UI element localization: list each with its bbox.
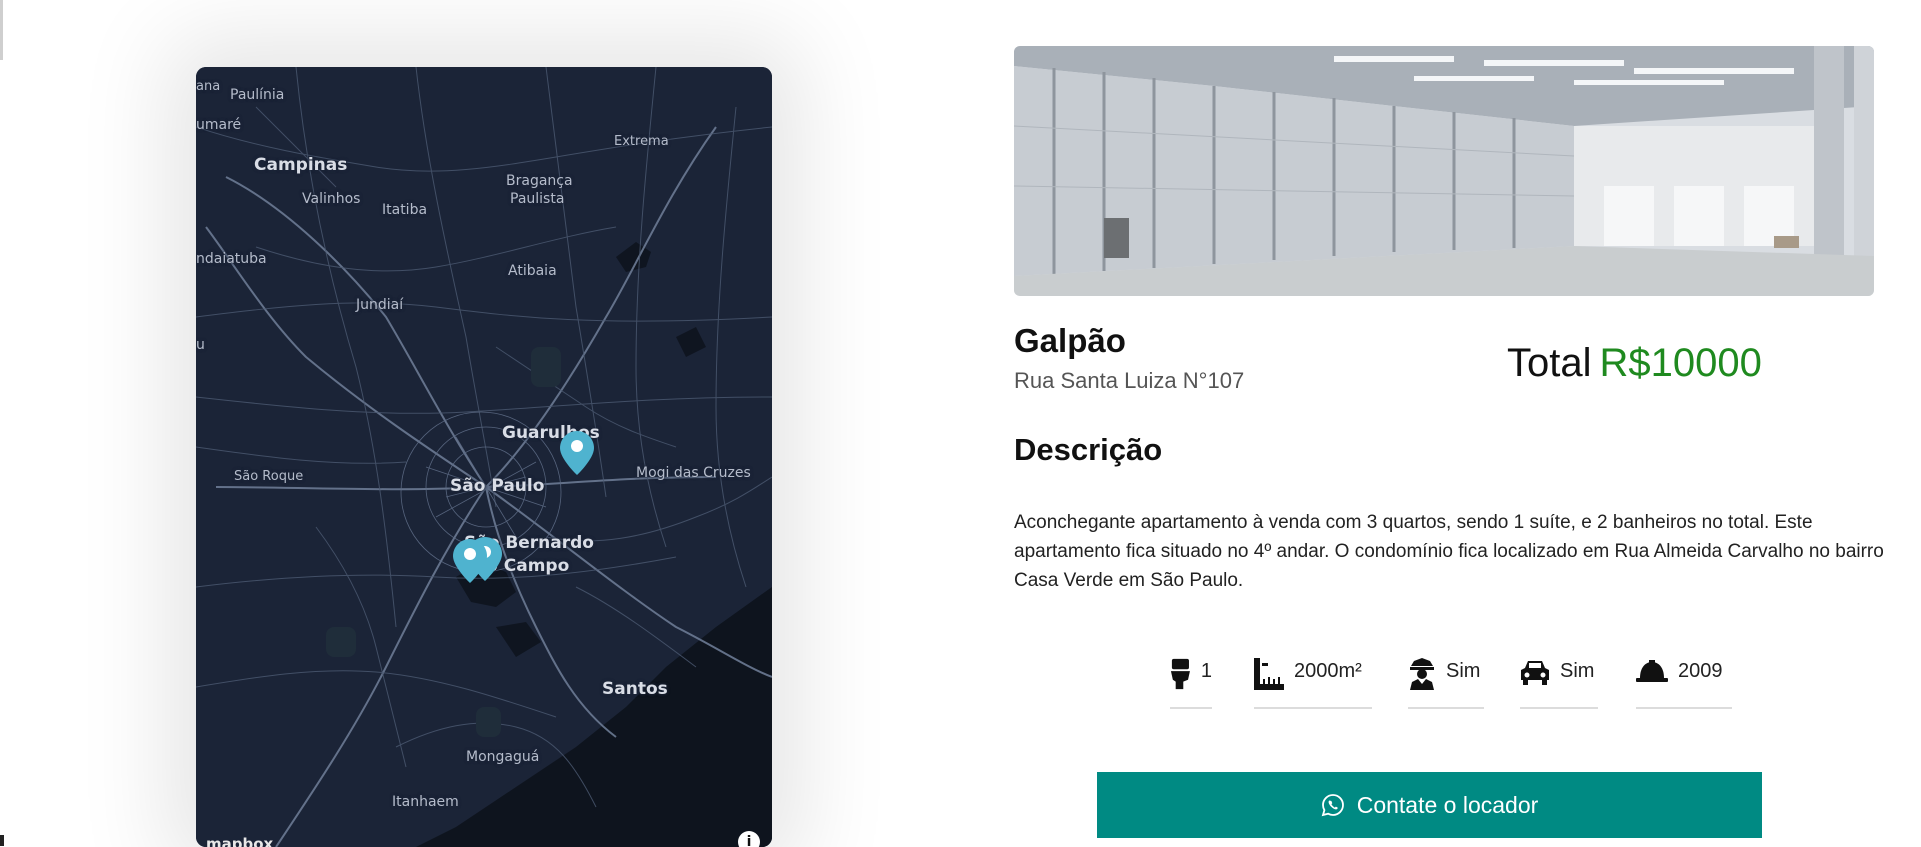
listing-address: Rua Santa Luiza N°107 — [1014, 368, 1245, 393]
map-label-sumare: umaré — [196, 117, 242, 133]
listing-price: R$10000 — [1599, 341, 1762, 385]
map-label-braganca: Bragança — [506, 173, 573, 189]
map-label-extrema: Extrema — [614, 134, 669, 149]
warehouse-photo — [1014, 46, 1874, 296]
map-label-atibaia: Atibaia — [508, 263, 557, 279]
car-icon — [1521, 661, 1549, 685]
contact-button-label: Contate o locador — [1356, 791, 1539, 818]
ruler-area-icon — [1254, 658, 1284, 690]
listing-total: Total R$10000 — [1507, 341, 1762, 386]
map-label-valinhos: Valinhos — [302, 191, 361, 207]
feature-area: 2000m² — [1254, 655, 1372, 709]
map-label-mongagua: Mongaguá — [466, 749, 540, 765]
description-text: Aconchegante apartamento à venda com 3 q… — [1014, 512, 1884, 591]
feature-year-value: 2009 — [1678, 660, 1723, 682]
whatsapp-icon — [1321, 794, 1344, 817]
map-label-jundiai: Jundiaí — [356, 297, 404, 313]
feature-area-value: 2000m² — [1294, 660, 1362, 682]
feature-security-value: Sim — [1446, 660, 1481, 682]
feature-year: 2009 — [1636, 655, 1732, 709]
map-label-itu: u — [196, 337, 205, 353]
mapbox-attribution[interactable]: mapbox — [206, 835, 273, 847]
construction-helmet-icon — [1636, 660, 1668, 682]
map-label-campinas: Campinas — [254, 155, 348, 175]
map-label-mogi: Mogi das Cruzes — [636, 465, 751, 481]
map-view[interactable]: ana Paulínia umaré Campinas Valinhos Ita… — [196, 67, 772, 847]
map-label-santos: Santos — [602, 679, 668, 699]
feature-garage: Sim — [1520, 655, 1598, 709]
map-label-itatiba: Itatiba — [382, 202, 428, 218]
description-heading: Descrição — [1014, 432, 1163, 467]
map-label-paulista: Paulista — [510, 191, 565, 207]
map-label-sao-paulo: São Paulo — [450, 476, 545, 496]
feature-security: Sim — [1408, 655, 1484, 709]
feature-garage-value: Sim — [1560, 660, 1595, 682]
map-label-sao-roque: São Roque — [234, 469, 304, 484]
map-label-indaiatuba: ndaiatuba — [196, 251, 267, 267]
map-info-button[interactable]: i — [738, 831, 760, 847]
security-guard-icon — [1410, 658, 1434, 690]
map-pin-icon[interactable] — [453, 539, 487, 583]
map-pin-icon[interactable] — [560, 431, 594, 475]
map-label-itanhaem: Itanhaem — [392, 794, 459, 810]
map-canvas — [196, 67, 772, 847]
left-edge-scrollbar — [0, 0, 3, 60]
left-edge-marker — [0, 835, 4, 846]
feature-bathrooms: 1 — [1170, 655, 1212, 709]
toilet-icon — [1170, 658, 1190, 690]
feature-bathrooms-value: 1 — [1200, 660, 1212, 682]
contact-landlord-button[interactable]: Contate o locador — [1097, 772, 1762, 838]
total-label: Total — [1507, 341, 1592, 385]
map-label-parana: ana — [196, 79, 221, 94]
listing-title: Galpão — [1014, 322, 1126, 359]
map-label-paulinia: Paulínia — [230, 87, 285, 103]
